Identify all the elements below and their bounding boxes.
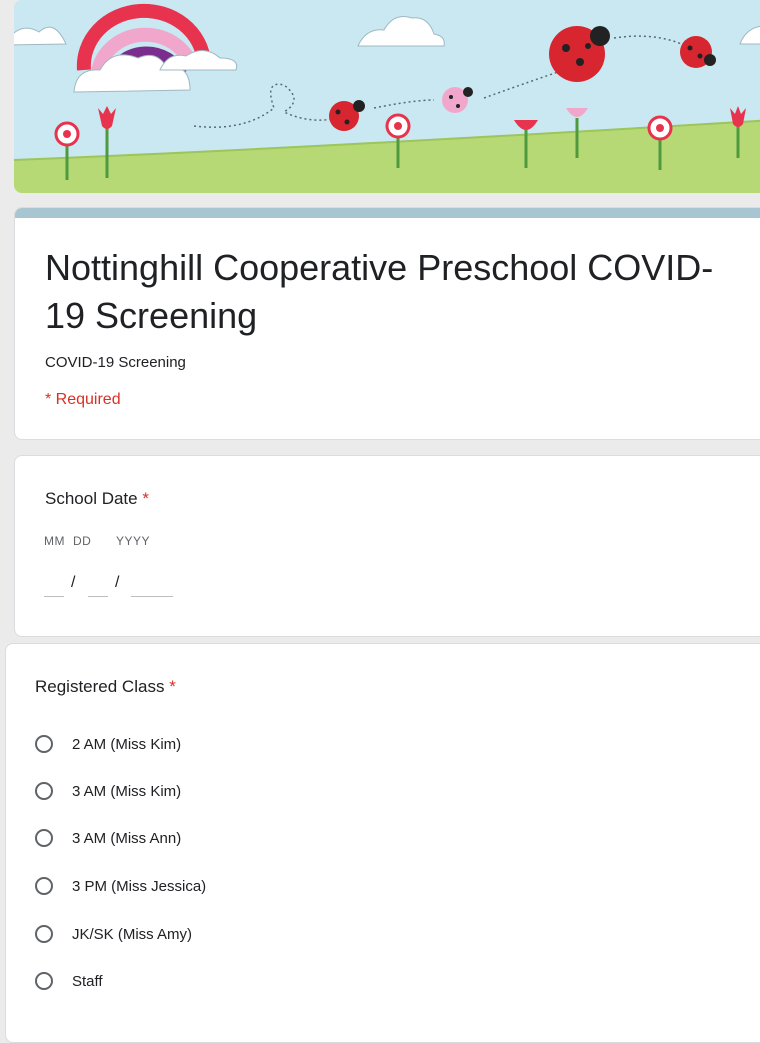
month-input[interactable] bbox=[44, 568, 64, 597]
question-title: School Date * bbox=[45, 489, 149, 509]
radio-button[interactable] bbox=[35, 735, 53, 753]
date-separator: / bbox=[71, 574, 76, 591]
required-note: * Required bbox=[45, 391, 121, 408]
accent-bar bbox=[15, 208, 760, 218]
option-label: Staff bbox=[72, 972, 103, 990]
form-description: COVID-19 Screening bbox=[45, 354, 186, 371]
form-header-card: Nottinghill Cooperative Preschool COVID-… bbox=[14, 207, 760, 440]
required-asterisk: * bbox=[142, 489, 149, 508]
radio-option-staff[interactable]: Staff bbox=[35, 968, 103, 994]
radio-option-2am-miss-kim[interactable]: 2 AM (Miss Kim) bbox=[35, 731, 181, 757]
month-label: MM bbox=[44, 534, 65, 548]
radio-option-3am-miss-ann[interactable]: 3 AM (Miss Ann) bbox=[35, 825, 181, 851]
day-input[interactable] bbox=[88, 568, 108, 597]
registered-class-question: Registered Class * 2 AM (Miss Kim) 3 AM … bbox=[5, 643, 760, 1043]
option-label: 3 PM (Miss Jessica) bbox=[72, 877, 207, 895]
option-label: 2 AM (Miss Kim) bbox=[72, 735, 182, 753]
radio-option-3pm-miss-jessica[interactable]: 3 PM (Miss Jessica) bbox=[35, 873, 206, 899]
date-separator: / bbox=[115, 574, 120, 591]
question-label: Registered Class bbox=[35, 677, 165, 696]
day-label: DD bbox=[73, 534, 92, 548]
year-input[interactable] bbox=[131, 568, 173, 597]
option-label: 3 AM (Miss Ann) bbox=[72, 829, 182, 847]
radio-button[interactable] bbox=[35, 829, 53, 847]
year-label: YYYY bbox=[116, 534, 151, 548]
required-asterisk: * bbox=[169, 677, 176, 696]
radio-button[interactable] bbox=[35, 877, 53, 895]
question-title: Registered Class * bbox=[35, 677, 176, 697]
header-banner bbox=[14, 0, 760, 193]
ladybug-garden-illustration bbox=[14, 0, 760, 193]
school-date-question: School Date * MM DD YYYY / / bbox=[14, 455, 760, 637]
radio-option-jksk-miss-amy[interactable]: JK/SK (Miss Amy) bbox=[35, 921, 192, 947]
radio-button[interactable] bbox=[35, 925, 53, 943]
option-label: JK/SK (Miss Amy) bbox=[72, 925, 193, 943]
radio-option-3am-miss-kim[interactable]: 3 AM (Miss Kim) bbox=[35, 778, 181, 804]
radio-button[interactable] bbox=[35, 782, 53, 800]
radio-button[interactable] bbox=[35, 972, 53, 990]
question-label: School Date bbox=[45, 489, 138, 508]
option-label: 3 AM (Miss Kim) bbox=[72, 782, 182, 800]
form-title: Nottinghill Cooperative Preschool COVID-… bbox=[45, 247, 714, 336]
